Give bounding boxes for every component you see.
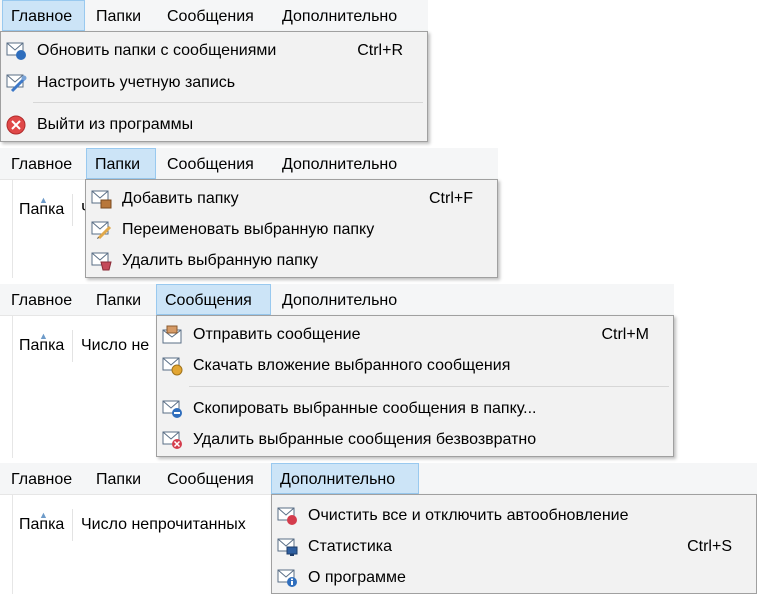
menu-item-download-attachment[interactable]: Скачать вложение выбранного сообщения [157, 350, 673, 381]
messages-menu-dropdown: Отправить сообщение Ctrl+M Скачать вложе… [156, 315, 674, 457]
download-attachment-icon [162, 356, 184, 376]
menu-item-label: Обновить папки с сообщениями [37, 42, 277, 59]
menu-messages[interactable]: Сообщения [158, 148, 270, 179]
about-icon [277, 568, 299, 588]
column-header-label: Число не [81, 337, 150, 354]
menu-item-statistics[interactable]: Статистика Ctrl+S [272, 531, 756, 562]
menu-folders[interactable]: Папки [86, 148, 156, 179]
menu-item-label: Добавить папку [122, 190, 239, 207]
shortcut-label: Ctrl+M [601, 326, 649, 343]
menu-item-refresh[interactable]: Обновить папки с сообщениями Ctrl+R [1, 35, 427, 66]
menu-item-exit[interactable]: Выйти из программы [1, 109, 427, 140]
menu-item-label: Скопировать выбранные сообщения в папку.… [193, 400, 537, 417]
menu-item-label: Настроить учетную запись [37, 74, 236, 91]
menu-item-label: Удалить выбранную папку [122, 252, 319, 269]
menubar-3: Главное Папки Сообщения Дополнительно [0, 284, 674, 316]
sort-arrow-icon: ▲ [39, 510, 48, 520]
folders-menu-dropdown: Добавить папку Ctrl+F Переименовать выбр… [85, 179, 498, 278]
menu-item-label: Очистить все и отключить автообновление [308, 507, 629, 524]
menu-folders[interactable]: Папки [87, 284, 155, 315]
folder-list-pane: ▲ Папка Ч [12, 180, 87, 278]
menu-item-label: Статистика [308, 538, 393, 555]
send-mail-icon [162, 325, 184, 345]
menu-item-label: Скачать вложение выбранного сообщения [193, 357, 511, 374]
menubar-2: Главное Папки Сообщения Дополнительно [0, 148, 498, 180]
menu-messages[interactable]: Сообщения [156, 284, 271, 315]
menu-main[interactable]: Главное [2, 463, 85, 494]
shortcut-label: Ctrl+F [429, 190, 473, 207]
column-header-unread[interactable]: Число непрочитанных [73, 509, 272, 541]
sort-arrow-icon: ▲ [39, 331, 48, 341]
menu-item-rename-folder[interactable]: Переименовать выбранную папку [86, 214, 497, 245]
menu-item-delete-messages[interactable]: Удалить выбранные сообщения безвозвратно [157, 424, 673, 455]
menu-item-copy-messages[interactable]: Скопировать выбранные сообщения в папку.… [157, 393, 673, 424]
menu-extra[interactable]: Дополнительно [273, 148, 418, 179]
menu-separator [189, 386, 669, 387]
exit-icon [6, 115, 28, 135]
folder-list-pane: ▲ Папка Число не [12, 316, 158, 458]
main-menu-dropdown: Обновить папки с сообщениями Ctrl+R Наст… [0, 31, 428, 142]
menu-main[interactable]: Главное [2, 148, 85, 179]
column-header-unread[interactable]: Число не [73, 330, 158, 362]
menu-main[interactable]: Главное [2, 0, 85, 31]
menu-item-label: Отправить сообщение [193, 326, 361, 343]
menu-extra[interactable]: Дополнительно [271, 463, 419, 494]
column-header-folder[interactable]: ▲ Папка [13, 194, 73, 226]
refresh-mail-icon [6, 41, 28, 61]
menu-folders[interactable]: Папки [87, 463, 155, 494]
extra-menu-dropdown: Очистить все и отключить автообновление … [271, 494, 757, 594]
rename-folder-icon [91, 220, 113, 240]
menu-item-add-folder[interactable]: Добавить папку Ctrl+F [86, 183, 497, 214]
account-settings-icon [6, 73, 28, 93]
column-header-folder[interactable]: ▲ Папка [13, 330, 73, 362]
menu-item-about[interactable]: О программе [272, 562, 756, 593]
menu-main[interactable]: Главное [2, 284, 85, 315]
delete-mail-icon [162, 430, 184, 450]
menu-messages[interactable]: Сообщения [158, 463, 270, 494]
menubar-4: Главное Папки Сообщения Дополнительно [0, 463, 757, 495]
menu-item-delete-folder[interactable]: Удалить выбранную папку [86, 245, 497, 276]
menu-item-label: О программе [308, 569, 406, 586]
menu-item-send-message[interactable]: Отправить сообщение Ctrl+M [157, 319, 673, 350]
delete-folder-icon [91, 251, 113, 271]
menu-item-label: Выйти из программы [37, 116, 194, 133]
menubar-1: Главное Папки Сообщения Дополнительно [0, 0, 428, 32]
shortcut-label: Ctrl+R [357, 42, 403, 59]
menu-messages[interactable]: Сообщения [158, 0, 270, 31]
statistics-icon [277, 537, 299, 557]
sort-arrow-icon: ▲ [39, 195, 48, 205]
menu-item-label: Удалить выбранные сообщения безвозвратно [193, 431, 537, 448]
menu-item-label: Переименовать выбранную папку [122, 221, 375, 238]
menu-extra[interactable]: Дополнительно [273, 0, 418, 31]
menu-folders[interactable]: Папки [87, 0, 155, 31]
shortcut-label: Ctrl+S [687, 538, 732, 555]
column-header-folder[interactable]: ▲ Папка [13, 509, 73, 541]
clear-mail-icon [277, 506, 299, 526]
menu-extra[interactable]: Дополнительно [273, 284, 418, 315]
menu-item-account[interactable]: Настроить учетную запись [1, 67, 427, 98]
folder-list-pane: ▲ Папка Число непрочитанных [12, 495, 272, 594]
copy-mail-icon [162, 399, 184, 419]
column-header-label: Число непрочитанных [81, 516, 246, 533]
menu-separator [33, 102, 423, 103]
menu-item-clear-all[interactable]: Очистить все и отключить автообновление [272, 500, 756, 531]
add-folder-icon [91, 189, 113, 209]
